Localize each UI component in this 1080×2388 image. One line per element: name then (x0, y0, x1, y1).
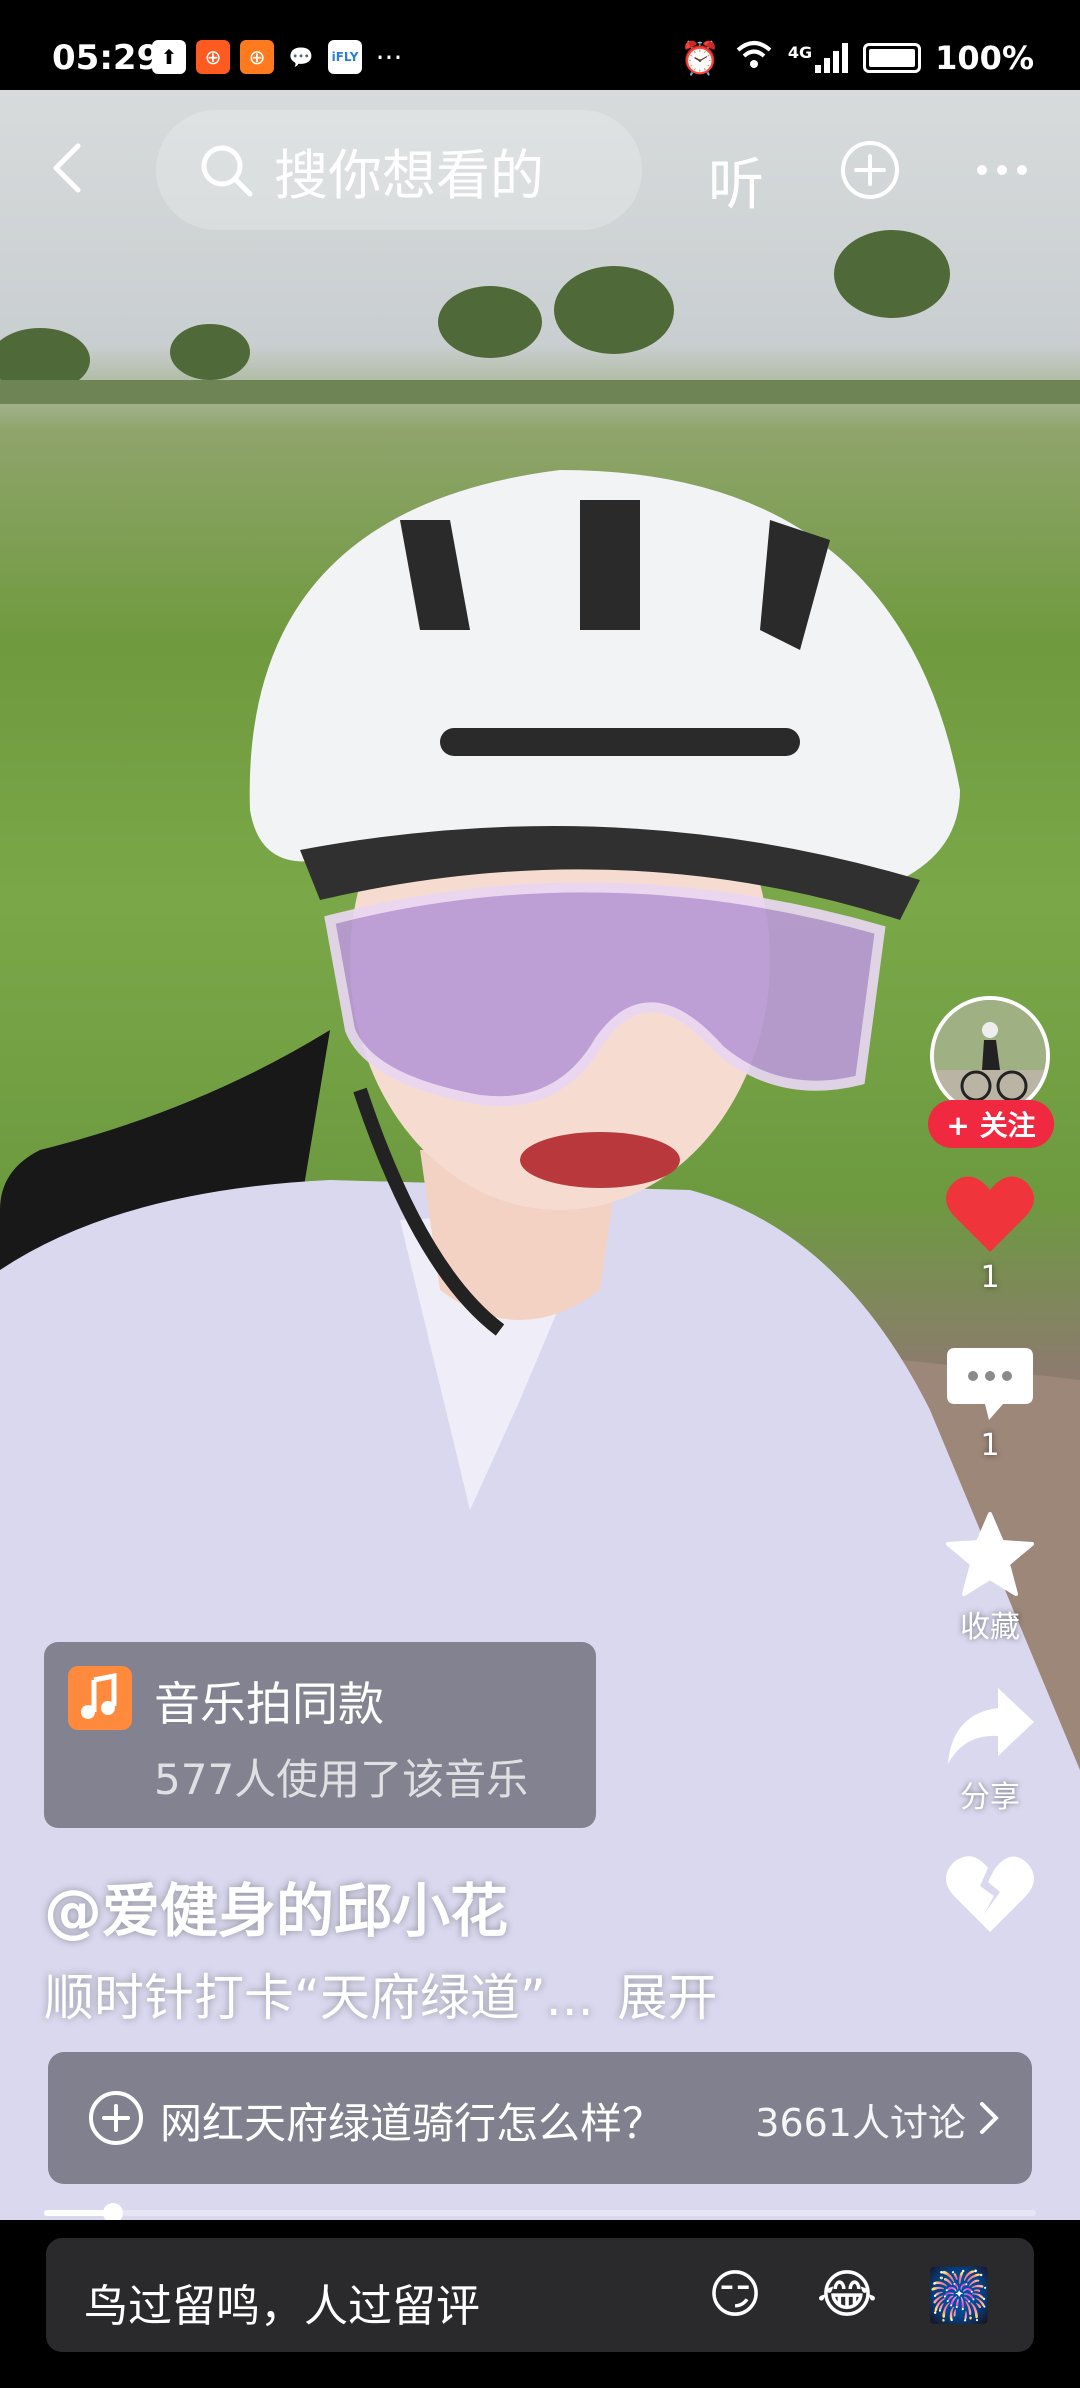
share-button[interactable]: 分享 (920, 1684, 1060, 1816)
follow-button[interactable]: + 关注 (928, 1100, 1054, 1148)
signal-icon: 4G (788, 43, 849, 73)
network-type: 4G (787, 43, 813, 62)
search-bar[interactable]: 搜你想看的 (156, 110, 642, 230)
notification-icons: ⬆ ⊕ ⊕ 💬 iFLY ··· (152, 40, 406, 74)
comment-bubble-icon (947, 1348, 1033, 1420)
comment-input[interactable]: 鸟过留鸣，人过留评 😏 😂 🎆 (46, 2238, 1034, 2352)
app-orange-icon-2: ⊕ (240, 40, 274, 74)
listen-button[interactable]: 听 (708, 140, 764, 221)
wechat-icon: 💬 (288, 45, 314, 69)
more-dots-icon: ··· (375, 40, 403, 74)
search-placeholder: 搜你想看的 (274, 143, 544, 207)
status-time: 05:29 (52, 38, 161, 78)
search-icon (201, 145, 253, 197)
status-right: ⏰ 4G 100% (680, 38, 1034, 78)
music-usage: 577人使用了该音乐 (154, 1755, 529, 1804)
expand-link[interactable]: 展开 (617, 1969, 717, 2027)
author-name[interactable]: @爱健身的邱小花 (44, 1864, 508, 1948)
comment-placeholder: 鸟过留鸣，人过留评 (84, 2281, 480, 2332)
music-card[interactable]: 音乐拍同款 577人使用了该音乐 (44, 1642, 596, 1828)
heart-icon (946, 1176, 1034, 1252)
wifi-icon (734, 38, 774, 78)
caption-text: 顺时针打卡“天府绿道”... (44, 1969, 594, 2027)
dislike-button[interactable] (920, 1852, 1060, 1936)
topic-title: 网红天府绿道骑行怎么样？ (160, 2099, 665, 2148)
app-orange-icon: ⊕ (196, 40, 230, 74)
music-note-icon (68, 1666, 132, 1730)
battery-icon (863, 43, 922, 73)
author-avatar[interactable] (930, 996, 1050, 1116)
comment-button[interactable]: 1 (920, 1344, 1060, 1463)
like-button[interactable]: 1 (920, 1172, 1060, 1295)
video-progress-bar[interactable] (44, 2203, 1036, 2223)
plus-circle-icon (89, 2091, 143, 2145)
more-options-icon[interactable] (970, 138, 1034, 202)
topic-discussion-count: 3661人讨论 (755, 2101, 966, 2145)
smirk-emoji[interactable]: 😏 (700, 2260, 770, 2330)
like-count: 1 (980, 1260, 1000, 1295)
music-title: 音乐拍同款 (154, 1677, 384, 1731)
caption: 顺时针打卡“天府绿道”... 展开 (44, 1958, 717, 2030)
share-arrow-icon (948, 1688, 1034, 1764)
favorite-label: 收藏 (960, 1610, 1020, 1645)
bottom-area: 鸟过留鸣，人过留评 😏 😂 🎆 (0, 2220, 1080, 2388)
star-icon (946, 1512, 1034, 1596)
broken-heart-icon (946, 1856, 1034, 1932)
share-label: 分享 (960, 1780, 1020, 1815)
upload-icon: ⬆ (152, 40, 186, 74)
laughing-crying-emoji[interactable]: 😂 (812, 2260, 882, 2330)
chevron-right-icon (980, 2102, 999, 2134)
add-circle-icon[interactable] (838, 138, 902, 202)
firework-emoji[interactable]: 🎆 (924, 2260, 994, 2330)
alarm-icon: ⏰ (680, 39, 720, 77)
favorite-button[interactable]: 收藏 (920, 1510, 1060, 1646)
back-arrow-icon[interactable] (40, 138, 100, 198)
comment-count: 1 (980, 1428, 1000, 1463)
top-navigation: 搜你想看的 听 (0, 110, 1080, 230)
battery-level: 100% (935, 39, 1034, 77)
ifly-icon: iFLY (328, 40, 362, 74)
avatar-image (934, 1000, 1046, 1112)
topic-bar[interactable]: 网红天府绿道骑行怎么样？ 3661人讨论 (48, 2052, 1032, 2184)
status-bar: 05:29 ⬆ ⊕ ⊕ 💬 iFLY ··· ⏰ 4G 100% (0, 0, 1080, 90)
